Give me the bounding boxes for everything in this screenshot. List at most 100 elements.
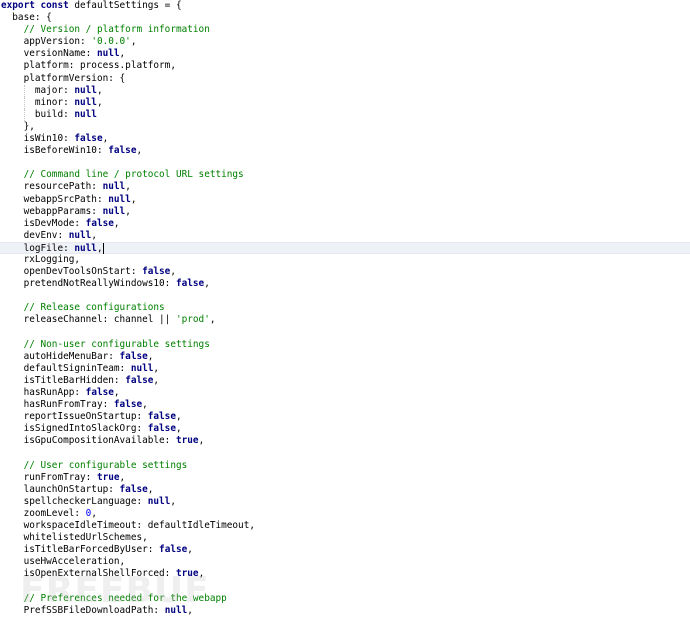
code-token: zoomLevel:	[1, 507, 86, 519]
code-line[interactable]: // Version / platform information	[0, 24, 690, 36]
code-token: false	[74, 133, 103, 145]
code-token: ,	[175, 423, 182, 435]
code-token: ,	[175, 411, 182, 423]
code-line[interactable]: useHwAcceleration,	[0, 556, 690, 568]
code-line[interactable]	[0, 581, 690, 593]
code-line[interactable]: isBeforeWin10: false,	[0, 145, 690, 157]
code-line[interactable]: defaultSigninTeam: null,	[0, 363, 690, 375]
code-token: ,	[91, 229, 97, 241]
code-token: versionName:	[1, 48, 97, 60]
code-token: useHwAcceleration,	[1, 556, 126, 568]
code-token: false	[159, 544, 188, 556]
code-line[interactable]: isGpuCompositionAvailable: true,	[0, 435, 690, 447]
code-line[interactable]: rxLogging,	[0, 254, 690, 266]
code-line[interactable]	[0, 447, 690, 459]
code-token: ,	[147, 483, 154, 495]
code-line[interactable]: },	[0, 121, 690, 133]
code-line[interactable]: isOpenExternalShellForced: true,	[0, 568, 690, 580]
code-line[interactable]: logFile: null,	[0, 241, 690, 254]
code-token: rxLogging,	[1, 253, 81, 265]
code-line[interactable]: pretendNotReallyWindows10: false,	[0, 278, 690, 290]
code-token: workspaceIdleTimeout: defaultIdleTimeout…	[1, 520, 255, 532]
code-token: null	[74, 242, 97, 254]
code-token: null	[102, 205, 126, 217]
code-token: ,	[96, 84, 103, 96]
code-token: false	[113, 399, 143, 411]
code-line[interactable]: isTitleBarForcedByUser: false,	[0, 544, 690, 556]
code-token: false	[85, 217, 114, 229]
code-line[interactable]	[0, 290, 690, 302]
code-token: reportIssueOnStartup:	[1, 411, 148, 423]
code-token: ,	[130, 36, 137, 48]
code-token: false	[119, 483, 148, 495]
code-token: null	[96, 48, 120, 60]
code-line[interactable]: PrefSSBFileDownloadPath: null,	[0, 605, 690, 617]
code-line[interactable]: zoomLevel: 0,	[0, 508, 690, 520]
code-line[interactable]: spellcheckerLanguage: null,	[0, 496, 690, 508]
code-line[interactable]: releaseChannel: channel || 'prod',	[0, 314, 690, 326]
code-line[interactable]: openDevToolsOnStart: false,	[0, 266, 690, 278]
code-token: false	[108, 145, 137, 157]
code-token: releaseChannel: channel ||	[1, 314, 176, 326]
code-token: ,	[187, 604, 193, 616]
code-token: resourcePath:	[1, 181, 103, 193]
code-line[interactable]	[0, 157, 690, 169]
code-line[interactable]: devEnv: null,	[0, 230, 690, 242]
code-token: null	[108, 193, 131, 205]
code-line[interactable]: export const defaultSettings = {	[0, 0, 690, 12]
code-token: defaultSigninTeam:	[1, 362, 131, 374]
code-token: export const	[1, 0, 75, 11]
code-token: isBeforeWin10:	[1, 145, 109, 157]
code-token: // Version / platform information	[1, 24, 210, 36]
code-line[interactable]: webappSrcPath: null,	[0, 194, 690, 206]
code-line[interactable]: isTitleBarHidden: false,	[0, 375, 690, 387]
code-line[interactable]: hasRunFromTray: false,	[0, 399, 690, 411]
code-line[interactable]: base: {	[0, 12, 690, 24]
code-line[interactable]: autoHideMenuBar: false,	[0, 351, 690, 363]
code-line[interactable]: launchOnStartup: false,	[0, 484, 690, 496]
code-line[interactable]: workspaceIdleTimeout: defaultIdleTimeout…	[0, 520, 690, 532]
code-token: platformVersion: {	[1, 72, 126, 84]
code-line[interactable]: webappParams: null,	[0, 206, 690, 218]
code-line[interactable]: isDevMode: false,	[0, 218, 690, 230]
code-line[interactable]: major: null,	[0, 84, 690, 97]
code-line[interactable]: whitelistedUrlSchemes,	[0, 532, 690, 544]
code-line[interactable]: runFromTray: true,	[0, 472, 690, 484]
code-editor[interactable]: export const defaultSettings = { base: {…	[0, 0, 690, 619]
code-token: appVersion:	[1, 36, 92, 48]
code-line[interactable]: isSignedIntoSlackOrg: false,	[0, 423, 690, 435]
code-line[interactable]: minor: null,	[0, 96, 690, 109]
code-line[interactable]: versionName: null,	[0, 48, 690, 60]
code-line[interactable]: reportIssueOnStartup: false,	[0, 411, 690, 423]
code-line[interactable]: // Release configurations	[0, 302, 690, 314]
code-token: },	[1, 120, 35, 132]
code-token: logFile:	[1, 242, 75, 254]
code-line[interactable]: // Non-user configurable settings	[0, 339, 690, 351]
code-token: hasRunFromTray:	[1, 399, 114, 411]
code-line[interactable]: isWin10: false,	[0, 133, 690, 145]
code-area[interactable]: export const defaultSettings = { base: {…	[0, 0, 690, 617]
code-line[interactable]: // Preferences needed for the webapp	[0, 593, 690, 605]
code-line[interactable]: hasRunApp: false,	[0, 387, 690, 399]
code-token: false	[147, 423, 176, 435]
code-token: null	[68, 229, 92, 241]
code-line[interactable]: platformVersion: {	[0, 73, 690, 85]
code-token: true	[175, 435, 199, 447]
code-token: launchOnStartup:	[1, 483, 120, 495]
code-line[interactable]: resourcePath: null,	[0, 181, 690, 193]
code-line[interactable]: // User configurable settings	[0, 460, 690, 472]
code-token: false	[147, 411, 176, 423]
code-token: isOpenExternalShellForced:	[1, 568, 176, 580]
code-line[interactable]: // Command line / protocol URL settings	[0, 169, 690, 181]
code-line[interactable]	[0, 327, 690, 339]
code-token: // Release configurations	[1, 302, 165, 314]
code-token: ,	[130, 193, 137, 205]
code-line[interactable]: platform: process.platform,	[0, 60, 690, 72]
code-token: true	[96, 471, 120, 483]
code-token: ,	[198, 568, 205, 580]
code-token: ,	[113, 217, 120, 229]
code-token: ,	[153, 374, 160, 386]
code-line[interactable]: appVersion: '0.0.0',	[0, 36, 690, 48]
code-line[interactable]: build: null	[0, 108, 690, 121]
code-token: ,	[170, 266, 176, 278]
